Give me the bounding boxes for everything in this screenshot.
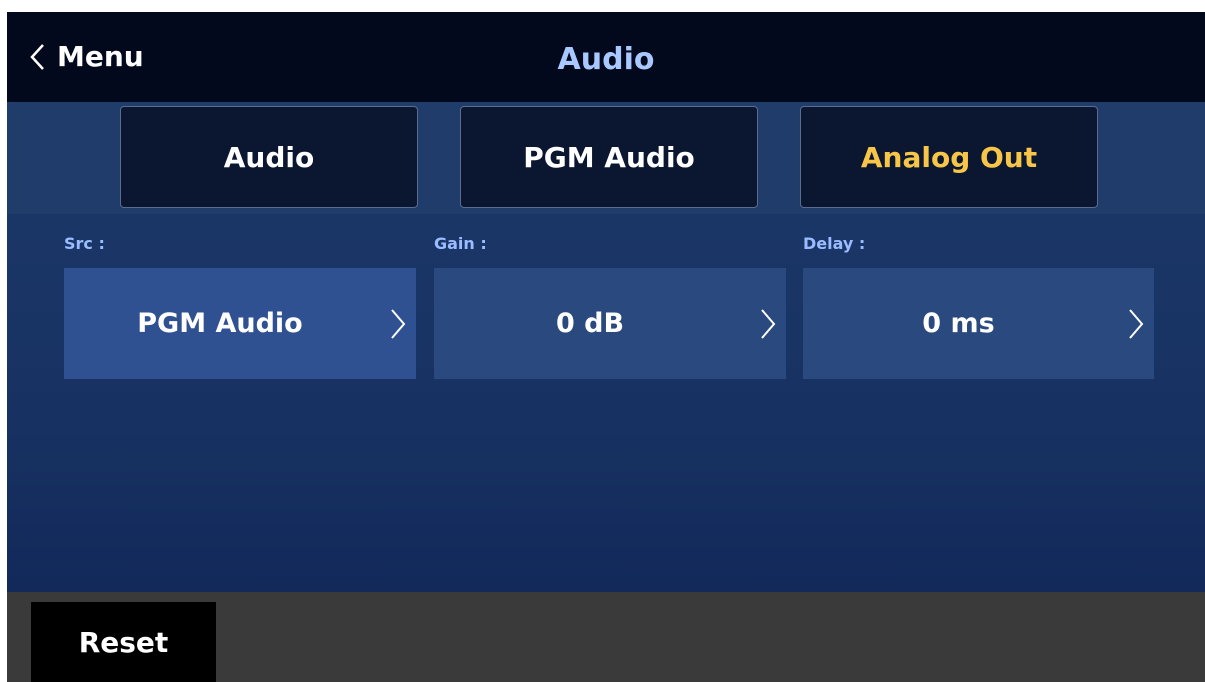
gain-label: Gain : <box>434 234 487 253</box>
gain-value: 0 dB <box>555 308 625 339</box>
src-label: Src : <box>64 234 105 253</box>
chevron-right-icon <box>760 308 776 347</box>
src-selector[interactable]: PGM Audio <box>64 268 416 379</box>
tab-pgm-audio[interactable]: PGM Audio <box>460 106 758 208</box>
delay-value: 0 ms <box>922 308 995 339</box>
tab-audio[interactable]: Audio <box>120 106 418 208</box>
delay-label: Delay : <box>803 234 866 253</box>
top-bar: Menu Audio <box>7 12 1205 102</box>
chevron-right-icon <box>1128 308 1144 347</box>
gain-selector[interactable]: 0 dB <box>434 268 786 379</box>
tab-analog-out[interactable]: Analog Out <box>800 106 1098 208</box>
tab-bar: Audio PGM Audio Analog Out <box>7 102 1205 214</box>
bottom-bar: Reset <box>7 592 1205 682</box>
delay-selector[interactable]: 0 ms <box>803 268 1154 379</box>
page-title: Audio <box>557 42 655 77</box>
src-value: PGM Audio <box>137 308 303 339</box>
reset-button[interactable]: Reset <box>31 602 216 682</box>
chevron-right-icon <box>390 308 406 347</box>
settings-panel: Src : PGM Audio Gain : 0 dB Delay : 0 ms <box>7 214 1205 592</box>
analog-out-screen: Menu Audio Audio PGM Audio Analog Out Sr… <box>7 12 1205 682</box>
